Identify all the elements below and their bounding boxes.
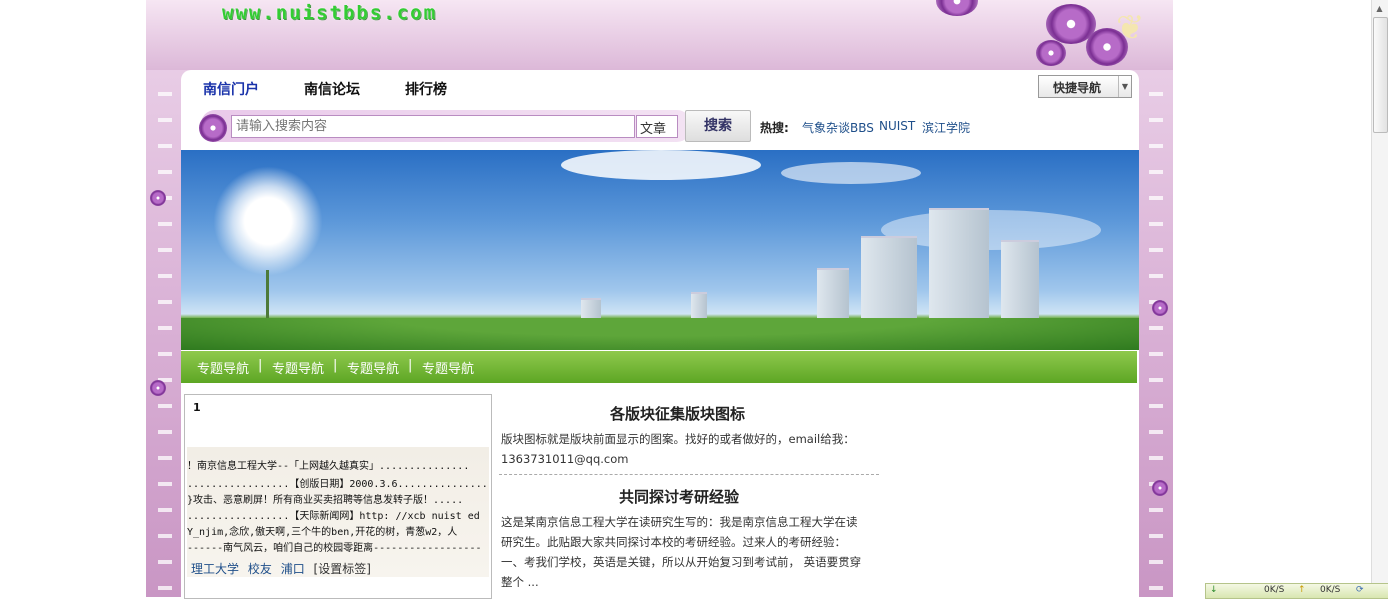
marquee-line: ------南气风云，咱们自己的校园零距离------------------	[187, 543, 482, 554]
marquee-line: ！南京信息工程大学--「上网越久越真实」...............	[187, 461, 470, 472]
topic-nav-item[interactable]: 专题导航	[272, 358, 324, 377]
article-line: 研究生。此贴跟大家共同探讨本校的考研经验。过来人的考研经验：	[501, 535, 846, 549]
building-shape	[1001, 240, 1039, 330]
building-shape	[861, 236, 917, 330]
upload-speed: 0K/S	[1320, 585, 1341, 595]
marquee-line: Y_njim,念欣,傲天啊,三个牛的ben,开花的树，青葱w2，人	[187, 527, 458, 538]
topic-nav-item[interactable]: 专题导航	[197, 358, 249, 377]
notice-marquee: ！南京信息工程大学--「上网越久越真实」............... ....…	[187, 447, 489, 577]
quick-nav-dropdown[interactable]: 快捷导航 ▼	[1038, 75, 1132, 98]
scroll-up-icon[interactable]: ▲	[1373, 2, 1386, 15]
dandelion-shape	[213, 166, 323, 276]
search-button[interactable]: 搜索	[685, 110, 751, 142]
hot-search-label: 热搜:	[760, 121, 789, 135]
hot-link[interactable]: 滨江学院	[922, 119, 970, 136]
article-divider	[499, 474, 879, 475]
panel-number: 1	[193, 401, 201, 414]
search-type-select[interactable]: 文章	[636, 115, 678, 138]
nav-item-portal[interactable]: 南信门户	[199, 73, 291, 99]
flower-icon	[199, 114, 227, 142]
nav-item-ranking[interactable]: 排行榜	[405, 79, 447, 99]
site-logo[interactable]: www.nuistbbs.com	[222, 2, 437, 24]
tag-link[interactable]: 理工大学	[191, 562, 239, 576]
topic-nav-item[interactable]: 专题导航	[422, 358, 474, 377]
article-title[interactable]: 各版块征集版块图标	[610, 403, 745, 424]
tag-link[interactable]: 浦口	[281, 562, 305, 576]
flower-icon	[1152, 480, 1168, 496]
topic-nav-item[interactable]: 专题导航	[347, 358, 399, 377]
marquee-line: .................【天际新闻网】http: //xcb nuis…	[187, 511, 480, 522]
scrollbar-thumb[interactable]	[1373, 17, 1388, 133]
cloud-shape	[561, 150, 761, 180]
flower-icon	[936, 0, 978, 16]
article-body: 版块图标就是版块前面显示的图案。找好的或者做好的，email给我： 136373…	[501, 429, 855, 469]
content-panel: 南信门户 南信论坛 排行榜 快捷导航 ▼ 文章 搜索 热搜: 气象杂谈BBS N…	[181, 70, 1139, 599]
set-tags-link[interactable]: [设置标签]	[314, 562, 371, 576]
grass-field	[181, 318, 1139, 350]
article-email: 1363731011@qq.com	[501, 452, 629, 466]
frame-left-border	[158, 70, 172, 597]
search-input[interactable]	[231, 115, 635, 138]
upload-arrow-icon: ↑	[1298, 585, 1306, 595]
cloud-shape	[781, 162, 921, 184]
quick-nav-label: 快捷导航	[1053, 81, 1102, 95]
tag-link[interactable]: 校友	[248, 562, 272, 576]
download-arrow-icon: ↓	[1210, 585, 1218, 595]
marquee-line: .................【创版日期】2000.3.6.........…	[187, 479, 488, 490]
frame-right-border	[1149, 70, 1163, 597]
butterfly-icon: ❦	[1116, 8, 1145, 48]
marquee-line: }攻击、恶意刷屏！所有商业买卖招聘等信息发转子版！.....	[187, 495, 464, 506]
article-line: 这是某南京信息工程大学在读研究生写的：我是南京信息工程大学在读	[501, 515, 858, 529]
topic-separator: |	[408, 358, 413, 373]
chevron-down-icon: ▼	[1118, 76, 1131, 97]
tag-list: 理工大学 校友 浦口 [设置标签]	[191, 560, 376, 577]
article-line: 整个 ...	[501, 575, 539, 589]
topic-nav-bar: 专题导航 | 专题导航 | 专题导航 | 专题导航	[181, 351, 1137, 383]
left-info-panel: 1 ！南京信息工程大学--「上网越久越真实」............... ..…	[184, 394, 492, 599]
topic-separator: |	[333, 358, 338, 373]
building-shape	[929, 208, 989, 330]
topic-separator: |	[258, 358, 263, 373]
flower-icon	[1152, 300, 1168, 316]
refresh-icon[interactable]: ⟳	[1356, 585, 1364, 595]
flower-icon	[1036, 40, 1066, 66]
flower-icon	[150, 380, 166, 396]
article-title[interactable]: 共同探讨考研经验	[619, 486, 739, 507]
article-line: 一、考我们学校，英语是关键，所以从开始复习到考试前， 英语要贯穿	[501, 555, 862, 569]
nav-item-forum[interactable]: 南信论坛	[304, 79, 360, 99]
article-line: 版块图标就是版块前面显示的图案。找好的或者做好的，email给我：	[501, 432, 855, 446]
main-nav: 南信门户 南信论坛 排行榜 快捷导航 ▼	[181, 70, 1139, 108]
banner-image	[181, 150, 1139, 350]
article-body: 这是某南京信息工程大学在读研究生写的：我是南京信息工程大学在读 研究生。此贴跟大…	[501, 512, 861, 592]
hot-link[interactable]: 气象杂谈BBS	[802, 119, 874, 136]
download-speed: 0K/S	[1264, 585, 1285, 595]
hot-link[interactable]: NUIST	[879, 119, 915, 133]
flower-icon	[150, 190, 166, 206]
